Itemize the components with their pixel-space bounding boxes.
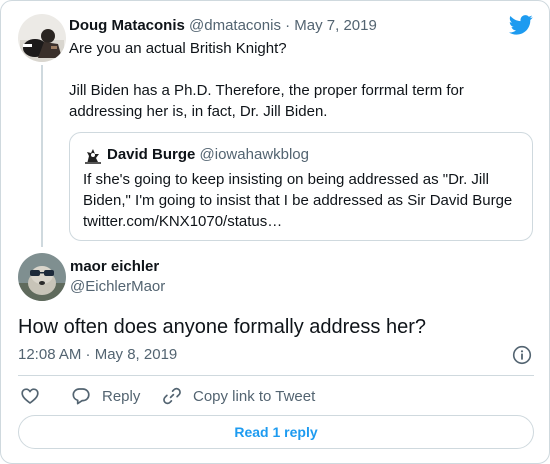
parent-author-avatar[interactable]: [18, 14, 66, 62]
thread-connector-line: [41, 65, 43, 247]
embedded-tweet-card: Doug Mataconis @dmataconis · May 7, 2019…: [0, 0, 550, 464]
parent-tweet-line-2: Jill Biden has a Ph.D. Therefore, the pr…: [69, 82, 464, 120]
speech-bubble-icon: [71, 386, 91, 406]
quoted-tweet-text: If she's going to keep insisting on bein…: [83, 171, 513, 230]
quoted-tweet-header: David Burge @iowahawkblog: [107, 146, 309, 163]
parent-tweet-header: Doug Mataconis @dmataconis · May 7, 2019: [69, 17, 377, 34]
read-replies-button[interactable]: Read 1 reply: [18, 415, 534, 449]
quoted-author-handle: @iowahawkblog: [199, 146, 309, 163]
quoted-author-name: David Burge: [107, 146, 196, 163]
heart-icon: [20, 386, 40, 406]
parent-tweet-text: Are you an actual British Knight? Jill B…: [69, 38, 529, 122]
actions-divider: [18, 375, 534, 376]
parent-author-name[interactable]: Doug Mataconis: [69, 17, 185, 34]
read-replies-label: Read 1 reply: [234, 424, 318, 440]
quoted-tweet[interactable]: David Burge @iowahawkblog If she's going…: [69, 132, 533, 241]
copy-link-label: Copy link to Tweet: [193, 387, 316, 405]
link-icon: [162, 386, 182, 406]
reply-label: Reply: [102, 387, 141, 405]
tweet-timestamp[interactable]: 12:08 AM · May 8, 2019: [18, 346, 177, 363]
like-button[interactable]: [20, 385, 40, 407]
main-author-handle[interactable]: @EichlerMaor: [70, 278, 165, 295]
reply-button[interactable]: Reply: [71, 385, 140, 407]
quoted-author-avatar: [83, 146, 103, 166]
main-author-name[interactable]: maor eichler: [70, 258, 159, 275]
main-author-avatar[interactable]: [18, 253, 66, 301]
twitter-bird-icon[interactable]: [508, 15, 533, 35]
parent-tweet-line-1: Are you an actual British Knight?: [69, 40, 287, 57]
parent-handle-date[interactable]: @dmataconis · May 7, 2019: [189, 17, 377, 34]
main-tweet-text: How often does anyone formally address h…: [18, 316, 427, 338]
info-icon[interactable]: [512, 345, 532, 365]
copy-link-button[interactable]: Copy link to Tweet: [162, 385, 315, 407]
